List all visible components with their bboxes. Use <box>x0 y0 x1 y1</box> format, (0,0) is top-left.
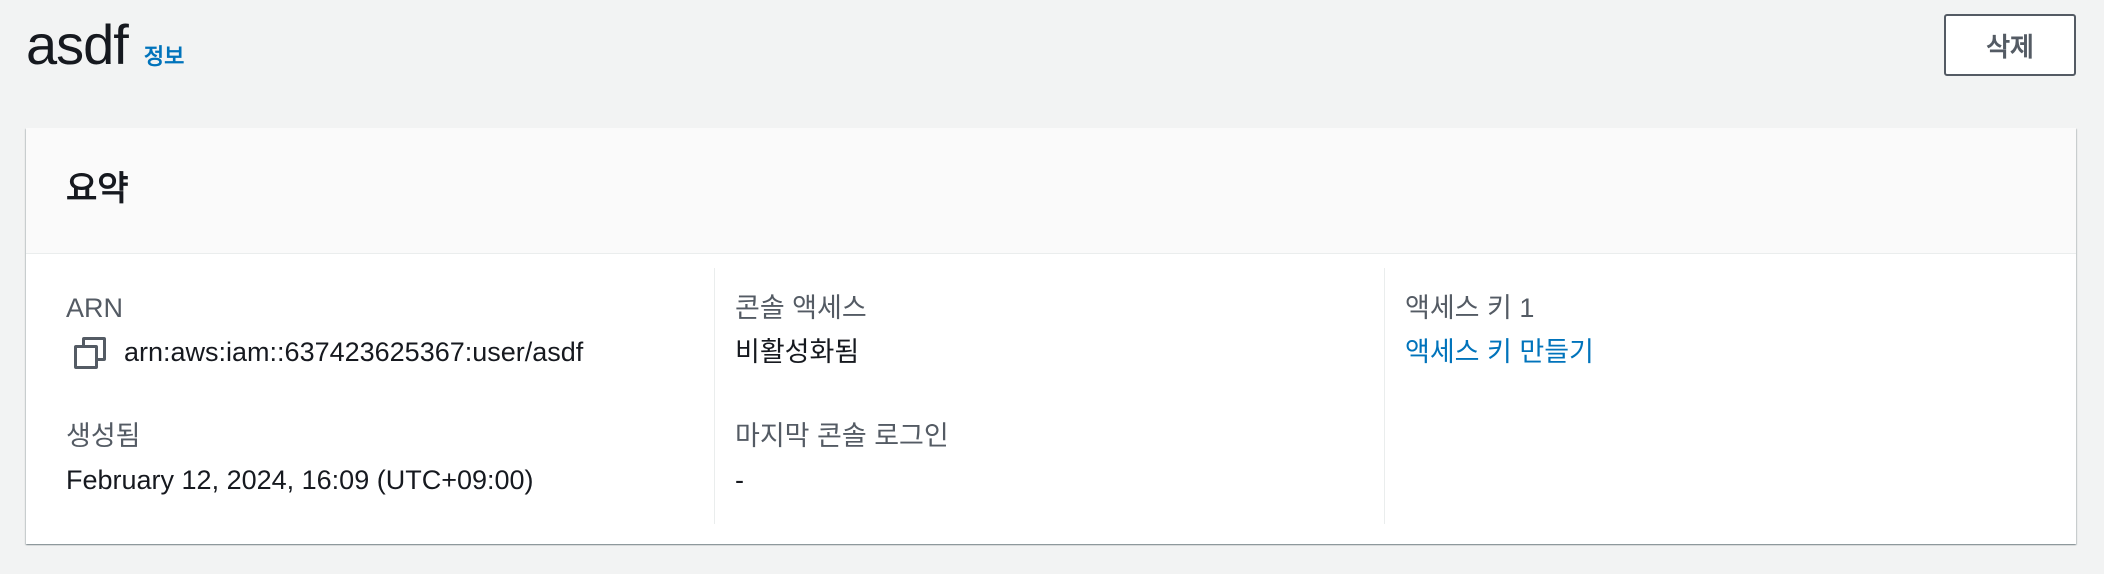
arn-field: ARN arn:aws:iam::637423625367:user/asdf <box>66 290 583 370</box>
create-access-key-link[interactable]: 액세스 키 만들기 <box>1405 334 1594 370</box>
summary-column-3: 액세스 키 1 액세스 키 만들기 <box>1384 268 2045 524</box>
access-key-1-label: 액세스 키 1 <box>1405 293 1535 323</box>
summary-card-header: 요약 <box>26 128 2076 254</box>
arn-value: arn:aws:iam::637423625367:user/asdf <box>124 337 584 367</box>
summary-title: 요약 <box>66 170 129 208</box>
arn-label: ARN <box>66 293 124 323</box>
page-header: asdf 정보 삭제 <box>26 10 2076 80</box>
console-access-label: 콘솔 액세스 <box>735 293 867 323</box>
summary-column-1: ARN arn:aws:iam::637423625367:user/asdf … <box>66 268 686 524</box>
info-link[interactable]: 정보 <box>144 39 184 71</box>
last-console-login-field: 마지막 콘솔 로그인 - <box>735 418 949 498</box>
summary-card: 요약 ARN arn:aws:iam::637423625367:user/as… <box>26 128 2076 544</box>
delete-button[interactable]: 삭제 <box>1944 14 2076 76</box>
page-title: asdf <box>26 13 129 76</box>
created-label: 생성됨 <box>66 421 141 451</box>
access-key-1-field: 액세스 키 1 액세스 키 만들기 <box>1405 290 1594 370</box>
created-value: February 12, 2024, 16:09 (UTC+09:00) <box>66 465 534 495</box>
console-access-field: 콘솔 액세스 비활성화됨 <box>735 290 867 370</box>
last-console-login-value: - <box>735 465 744 495</box>
created-field: 생성됨 February 12, 2024, 16:09 (UTC+09:00) <box>66 418 534 498</box>
last-console-login-label: 마지막 콘솔 로그인 <box>735 421 949 451</box>
summary-card-body: ARN arn:aws:iam::637423625367:user/asdf … <box>26 254 2076 544</box>
arn-row: arn:aws:iam::637423625367:user/asdf <box>66 334 583 370</box>
summary-column-2: 콘솔 액세스 비활성화됨 마지막 콘솔 로그인 - <box>714 268 1355 524</box>
console-access-value: 비활성화됨 <box>735 337 860 367</box>
copy-icon[interactable] <box>74 337 106 369</box>
title-wrap: asdf 정보 <box>26 10 184 80</box>
